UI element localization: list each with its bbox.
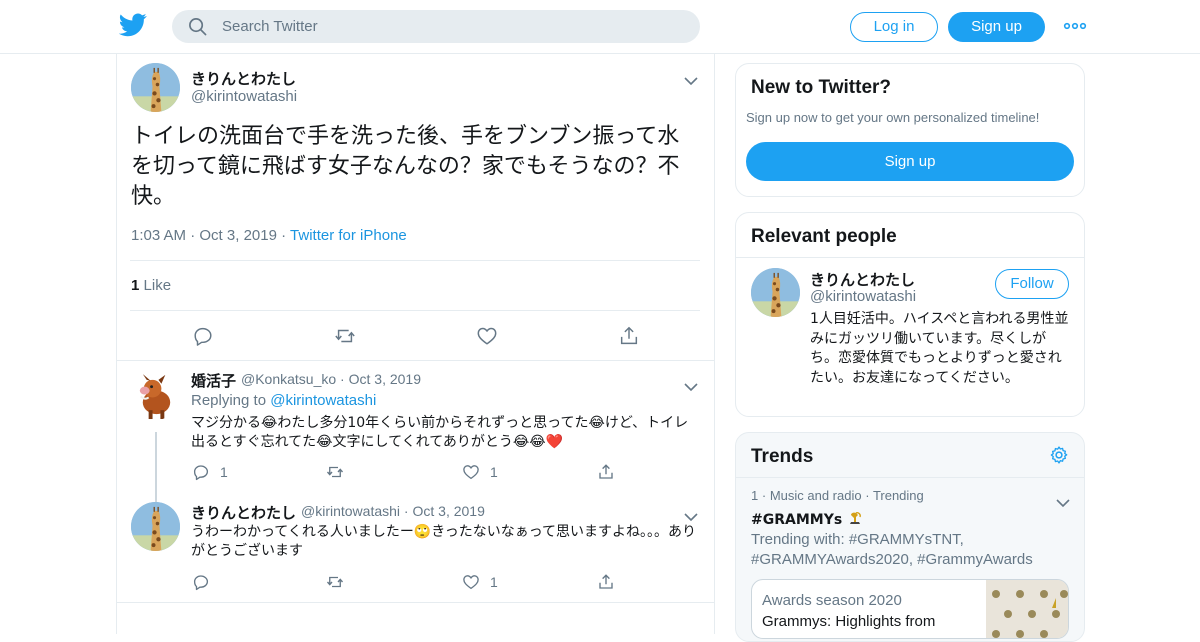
like-count: 1 bbox=[490, 574, 498, 590]
chevron-down-icon[interactable] bbox=[684, 507, 698, 522]
reply-icon[interactable] bbox=[192, 463, 210, 481]
top-bar: Log in Sign up bbox=[0, 0, 1200, 54]
new-to-twitter-card: New to Twitter? Sign up now to get your … bbox=[735, 63, 1085, 197]
moment-title: Grammys: Highlights from bbox=[762, 613, 936, 630]
meta-separator: · bbox=[340, 371, 349, 387]
chevron-down-icon[interactable] bbox=[1056, 493, 1070, 508]
share-icon[interactable] bbox=[597, 573, 615, 591]
moment-thumbnail bbox=[986, 580, 1068, 638]
tweet-time[interactable]: 1:03 AM bbox=[131, 227, 186, 244]
like-heart-icon[interactable] bbox=[476, 325, 498, 347]
tweet-source-link[interactable]: Twitter for iPhone bbox=[290, 227, 407, 244]
like-count: 1 bbox=[490, 464, 498, 480]
like-label: Like bbox=[143, 277, 172, 294]
author-handle-and-date[interactable]: @Konkatsu_ko · Oct 3, 2019 bbox=[241, 371, 421, 387]
card-subtitle: Sign up now to get your own personalized… bbox=[746, 110, 1040, 125]
avatar[interactable] bbox=[131, 502, 180, 551]
author-handle-and-date[interactable]: @kirintowatashi · Oct 3, 2019 bbox=[301, 503, 485, 519]
search-input[interactable] bbox=[222, 10, 682, 43]
meta-separator: · bbox=[190, 227, 200, 244]
author-handle[interactable]: @kirintowatashi bbox=[301, 503, 400, 519]
trend-hashtag-label[interactable]: #GRAMMYs bbox=[751, 512, 842, 528]
search-box[interactable] bbox=[172, 10, 700, 43]
avatar[interactable] bbox=[131, 63, 180, 112]
reply-text: マジ分かる😂わたし多分10年くらい前からそれずっと思ってた😂けど、トイレ出るとす… bbox=[191, 415, 689, 450]
chevron-down-icon[interactable] bbox=[684, 377, 698, 392]
moment-category: Awards season 2020 bbox=[762, 592, 902, 609]
login-button[interactable]: Log in bbox=[850, 12, 938, 42]
reply-text: うわーわかってくれる人いましたー🙄きったないなぁって思いますよね。。。ありがとう… bbox=[191, 524, 697, 559]
avatar[interactable] bbox=[131, 371, 180, 420]
replying-to: Replying to @kirintowatashi bbox=[191, 392, 376, 409]
tweet-date[interactable]: Oct 3, 2019 bbox=[199, 227, 277, 244]
trend-status: Trending bbox=[872, 488, 924, 503]
retweet-icon[interactable] bbox=[326, 573, 344, 591]
divider bbox=[736, 257, 1084, 258]
twitter-bird-icon[interactable] bbox=[118, 13, 147, 37]
share-icon[interactable] bbox=[597, 463, 615, 481]
card-title: Trends bbox=[751, 446, 814, 467]
trend-category: Music and radio bbox=[769, 488, 862, 503]
more-options-icon[interactable] bbox=[1063, 16, 1087, 36]
author-name[interactable]: 婚活子 bbox=[191, 370, 236, 391]
tweet-date[interactable]: Oct 3, 2019 bbox=[349, 371, 421, 387]
author-name[interactable]: きりんとわたし bbox=[191, 68, 296, 89]
chevron-down-icon[interactable] bbox=[684, 71, 698, 86]
reply-count: 1 bbox=[220, 464, 228, 480]
meta-separator: · bbox=[761, 488, 770, 503]
meta-separator: · bbox=[281, 227, 291, 244]
author-handle[interactable]: @Konkatsu_ko bbox=[241, 371, 336, 387]
reply-icon[interactable] bbox=[192, 325, 214, 347]
like-heart-icon[interactable] bbox=[462, 573, 480, 591]
card-title: Relevant people bbox=[751, 226, 897, 247]
author-handle[interactable]: @kirintowatashi bbox=[191, 88, 297, 105]
replying-to-handle[interactable]: @kirintowatashi bbox=[270, 392, 376, 409]
settings-gear-icon[interactable] bbox=[1049, 445, 1069, 465]
tweet-text: トイレの洗面台で手を洗った後、手をブンブン振って水を切って鏡に飛ばす女子なんなの… bbox=[131, 124, 680, 209]
tweet-date[interactable]: Oct 3, 2019 bbox=[412, 503, 484, 519]
retweet-icon[interactable] bbox=[326, 463, 344, 481]
divider bbox=[130, 310, 700, 311]
trend-meta: 1 · Music and radio · Trending bbox=[751, 488, 924, 503]
tweet-meta: 1:03 AM · Oct 3, 2019 · Twitter for iPho… bbox=[131, 227, 407, 244]
retweet-icon[interactable] bbox=[334, 325, 356, 347]
avatar[interactable] bbox=[751, 268, 800, 317]
trend-hashtag[interactable]: #GRAMMYs bbox=[751, 510, 863, 528]
trend-related: Trending with: #GRAMMYsTNT, #GRAMMYAward… bbox=[751, 531, 1033, 568]
replying-label: Replying to bbox=[191, 392, 267, 409]
person-name[interactable]: きりんとわたし bbox=[810, 269, 915, 290]
divider bbox=[130, 260, 700, 261]
grammy-icon bbox=[847, 510, 863, 526]
reply-icon[interactable] bbox=[192, 573, 210, 591]
trend-rank: 1 bbox=[751, 488, 759, 503]
search-icon bbox=[188, 17, 207, 36]
signup-button[interactable]: Sign up bbox=[948, 12, 1045, 42]
signup-button[interactable]: Sign up bbox=[746, 142, 1074, 181]
like-stats[interactable]: 1 Like bbox=[131, 277, 171, 294]
meta-separator: · bbox=[865, 488, 873, 503]
follow-button[interactable]: Follow bbox=[995, 269, 1069, 299]
like-heart-icon[interactable] bbox=[462, 463, 480, 481]
author-name[interactable]: きりんとわたし bbox=[191, 502, 296, 523]
person-handle[interactable]: @kirintowatashi bbox=[810, 288, 916, 305]
divider bbox=[117, 602, 714, 603]
like-count: 1 bbox=[131, 277, 140, 294]
trends-card: Trends 1 · Music and radio · Trending #G… bbox=[735, 432, 1085, 642]
divider bbox=[736, 477, 1084, 478]
moment-card[interactable]: Awards season 2020 Grammys: Highlights f… bbox=[751, 579, 1069, 639]
relevant-people-card: Relevant people きりんとわたし @kirintowatashi … bbox=[735, 212, 1085, 417]
share-icon[interactable] bbox=[618, 325, 640, 347]
timeline-column: きりんとわたし @kirintowatashi トイレの洗面台で手を洗った後、手… bbox=[116, 54, 715, 634]
card-title: New to Twitter? bbox=[751, 77, 892, 98]
person-bio: 1人目妊活中。ハイスペと言われる男性並みにガッツリ働いています。尽くしがち。恋愛… bbox=[810, 311, 1069, 386]
